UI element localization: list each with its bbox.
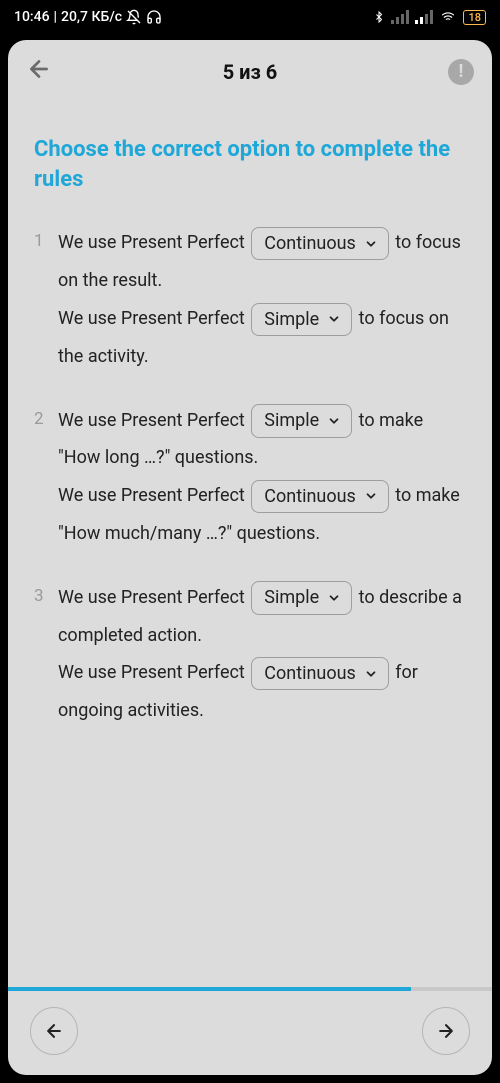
arrow-right-icon <box>436 1021 456 1041</box>
dropdown-value: Simple <box>264 409 319 432</box>
text-segment: We use Present Perfect <box>58 410 249 431</box>
text-segment: We use Present Perfect <box>58 587 249 608</box>
chevron-down-icon <box>364 667 378 681</box>
status-divider: | <box>54 9 57 25</box>
question-3: 3 We use Present Perfect Simple to descr… <box>34 579 466 730</box>
text-segment: We use Present Perfect <box>58 485 249 506</box>
question-body: We use Present Perfect Continuous to foc… <box>58 224 466 375</box>
app-card: 5 из 6 ! Choose the correct option to co… <box>8 40 492 1075</box>
chevron-down-icon <box>364 237 378 251</box>
back-button[interactable] <box>26 56 52 87</box>
bluetooth-icon <box>373 9 385 25</box>
dropdown-value: Continuous <box>264 232 356 255</box>
app-header: 5 из 6 ! <box>8 40 492 95</box>
battery-level: 18 <box>468 11 481 24</box>
bell-off-icon <box>126 9 142 25</box>
text-segment: We use Present Perfect <box>58 308 249 329</box>
page-title: 5 из 6 <box>223 60 278 84</box>
text-segment: We use Present Perfect <box>58 232 249 253</box>
question-number: 1 <box>34 224 58 375</box>
signal-icon-2 <box>415 10 433 24</box>
progress-bar <box>8 987 492 991</box>
signal-icon <box>391 10 409 24</box>
dropdown-value: Simple <box>264 586 319 609</box>
exclamation-icon: ! <box>459 61 464 82</box>
dropdown-select[interactable]: Simple <box>251 581 352 614</box>
dropdown-select[interactable]: Continuous <box>251 480 389 513</box>
status-left: 10:46 | 20,7 КБ/с <box>14 9 162 25</box>
dropdown-select[interactable]: Simple <box>251 404 352 437</box>
dropdown-select[interactable]: Continuous <box>251 227 389 260</box>
dropdown-select[interactable]: Continuous <box>251 657 389 690</box>
next-button[interactable] <box>422 1007 470 1055</box>
question-2: 2 We use Present Perfect Simple to make … <box>34 402 466 553</box>
status-bar: 10:46 | 20,7 КБ/с 18 <box>0 0 500 34</box>
progress-fill <box>8 987 411 991</box>
dropdown-select[interactable]: Simple <box>251 303 352 336</box>
chevron-down-icon <box>364 489 378 503</box>
status-net: 20,7 КБ/с <box>61 9 122 25</box>
bottom-nav <box>8 991 492 1075</box>
report-button[interactable]: ! <box>448 59 474 85</box>
wifi-icon <box>439 10 457 24</box>
arrow-left-icon <box>26 56 52 82</box>
status-right: 18 <box>373 9 486 25</box>
dropdown-value: Continuous <box>264 662 356 685</box>
instruction-text: Choose the correct option to complete th… <box>34 135 466 194</box>
text-segment: We use Present Perfect <box>58 662 249 683</box>
question-number: 3 <box>34 579 58 730</box>
headphones-icon <box>146 9 162 25</box>
question-body: We use Present Perfect Simple to make "H… <box>58 402 466 553</box>
status-time: 10:46 <box>14 9 50 25</box>
question-number: 2 <box>34 402 58 553</box>
prev-button[interactable] <box>30 1007 78 1055</box>
dropdown-value: Simple <box>264 308 319 331</box>
dropdown-value: Continuous <box>264 485 356 508</box>
battery-icon: 18 <box>463 10 486 25</box>
arrow-left-icon <box>44 1021 64 1041</box>
question-body: We use Present Perfect Simple to describ… <box>58 579 466 730</box>
question-1: 1 We use Present Perfect Continuous to f… <box>34 224 466 375</box>
chevron-down-icon <box>327 591 341 605</box>
content-area: Choose the correct option to complete th… <box>8 95 492 987</box>
chevron-down-icon <box>327 312 341 326</box>
chevron-down-icon <box>327 414 341 428</box>
